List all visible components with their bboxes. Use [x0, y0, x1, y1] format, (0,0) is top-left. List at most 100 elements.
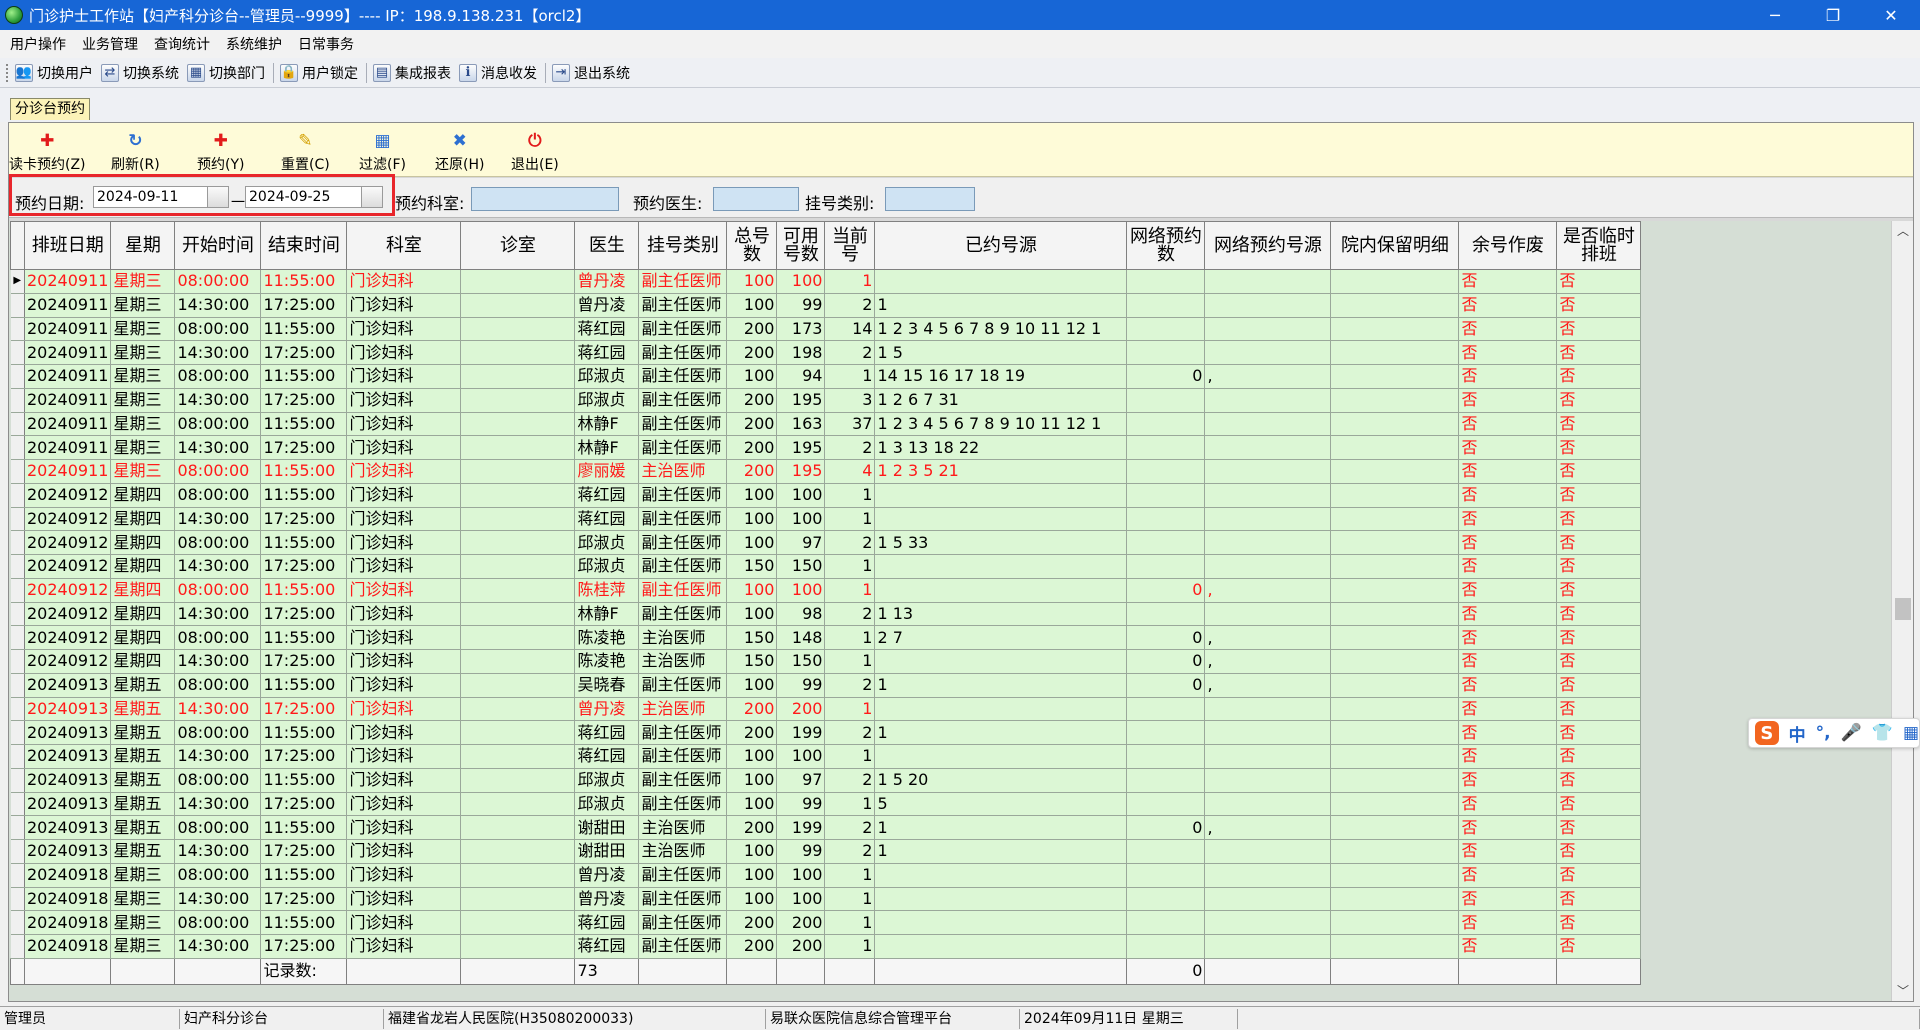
cell-available[interactable]: 150 — [776, 649, 826, 674]
row-indicator[interactable] — [10, 768, 25, 793]
cell-reserve[interactable] — [1330, 554, 1460, 579]
cell-dept[interactable]: 门诊妇科 — [346, 625, 462, 650]
cell-total[interactable]: 200 — [726, 720, 778, 745]
cell-available[interactable]: 198 — [776, 340, 826, 365]
cell-date[interactable]: 20240918 — [24, 910, 112, 935]
table-row[interactable]: 20240918 星期三 14:30:00 17:25:00 门诊妇科 曾丹凌 副主任医师 1… — [10, 887, 1642, 912]
cell-net-count[interactable] — [1126, 507, 1206, 532]
cell-total[interactable]: 200 — [726, 459, 778, 484]
cell-booked[interactable]: 1 — [874, 673, 1128, 698]
cell-net-count[interactable] — [1126, 483, 1206, 508]
cell-void[interactable]: 否 — [1458, 317, 1558, 342]
row-indicator[interactable] — [10, 887, 25, 912]
table-row[interactable]: 20240918 星期三 14:30:00 17:25:00 门诊妇科 蒋红园 副主任医师 2… — [10, 934, 1642, 959]
cell-net-sources[interactable]: , — [1204, 673, 1332, 698]
cell-temp[interactable]: 否 — [1556, 768, 1642, 793]
sogou-logo-icon[interactable]: S — [1755, 721, 1779, 745]
cell-booked[interactable]: 14 15 16 17 18 19 — [874, 364, 1128, 389]
cell-net-count[interactable] — [1126, 459, 1206, 484]
cell-booked[interactable] — [874, 269, 1128, 294]
cell-reg-type[interactable]: 副主任医师 — [638, 293, 728, 318]
cell-total[interactable]: 100 — [726, 269, 778, 294]
cell-current[interactable]: 1 — [824, 507, 876, 532]
cell-dept[interactable]: 门诊妇科 — [346, 435, 462, 460]
cell-dept[interactable]: 门诊妇科 — [346, 792, 462, 817]
cell-current[interactable]: 2 — [824, 293, 876, 318]
cell-temp[interactable]: 否 — [1556, 625, 1642, 650]
row-indicator[interactable]: ▶ — [10, 269, 25, 294]
cell-current[interactable]: 1 — [824, 697, 876, 722]
cell-reg-type[interactable]: 副主任医师 — [638, 934, 728, 959]
row-indicator[interactable] — [10, 293, 25, 318]
cell-weekday[interactable]: 星期五 — [110, 697, 176, 722]
cell-available[interactable]: 148 — [776, 625, 826, 650]
cell-net-count[interactable] — [1126, 792, 1206, 817]
cell-doctor[interactable]: 蒋红园 — [574, 720, 640, 745]
cell-net-sources[interactable] — [1204, 388, 1332, 413]
cell-temp[interactable]: 否 — [1556, 887, 1642, 912]
cell-date[interactable]: 20240912 — [24, 649, 112, 674]
cell-end[interactable]: 11:55:00 — [260, 815, 348, 840]
cell-doctor[interactable]: 蒋红园 — [574, 317, 640, 342]
cell-dept[interactable]: 门诊妇科 — [346, 412, 462, 437]
col-department[interactable]: 科室 — [346, 221, 462, 270]
cell-void[interactable]: 否 — [1458, 863, 1558, 888]
cell-start[interactable]: 08:00:00 — [174, 364, 262, 389]
cell-reg-type[interactable]: 副主任医师 — [638, 412, 728, 437]
cell-date[interactable]: 20240913 — [24, 697, 112, 722]
cell-void[interactable]: 否 — [1458, 530, 1558, 555]
cell-booked[interactable] — [874, 649, 1128, 674]
cell-room[interactable] — [460, 340, 576, 365]
cell-end[interactable]: 11:55:00 — [260, 863, 348, 888]
cell-current[interactable]: 1 — [824, 744, 876, 769]
cell-reserve[interactable] — [1330, 839, 1460, 864]
switch-user-button[interactable]: 👥 切换用户 — [15, 63, 93, 83]
cell-total[interactable]: 200 — [726, 317, 778, 342]
cell-reg-type[interactable]: 副主任医师 — [638, 673, 728, 698]
user-lock-button[interactable]: 🔒 用户锁定 — [280, 63, 358, 83]
cell-available[interactable]: 200 — [776, 934, 826, 959]
filter-button[interactable]: ▦ 过滤(F) — [359, 131, 406, 174]
cell-booked[interactable] — [874, 910, 1128, 935]
cell-room[interactable] — [460, 910, 576, 935]
cell-total[interactable]: 200 — [726, 435, 778, 460]
cell-start[interactable]: 08:00:00 — [174, 910, 262, 935]
cell-booked[interactable]: 1 2 3 4 5 6 7 8 9 10 11 12 1 — [874, 317, 1128, 342]
cell-temp[interactable]: 否 — [1556, 459, 1642, 484]
cell-doctor[interactable]: 陈凌艳 — [574, 649, 640, 674]
cell-void[interactable]: 否 — [1458, 459, 1558, 484]
cell-date[interactable]: 20240913 — [24, 768, 112, 793]
cell-net-sources[interactable] — [1204, 839, 1332, 864]
cell-date[interactable]: 20240911 — [24, 317, 112, 342]
cell-net-count[interactable] — [1126, 602, 1206, 627]
cell-weekday[interactable]: 星期四 — [110, 507, 176, 532]
cell-total[interactable]: 100 — [726, 602, 778, 627]
cell-reg-type[interactable]: 副主任医师 — [638, 340, 728, 365]
cell-available[interactable]: 100 — [776, 578, 826, 603]
cell-weekday[interactable]: 星期三 — [110, 412, 176, 437]
cell-booked[interactable]: 1 13 — [874, 602, 1128, 627]
cell-net-sources[interactable]: , — [1204, 364, 1332, 389]
row-indicator[interactable] — [10, 815, 25, 840]
cell-room[interactable] — [460, 317, 576, 342]
row-indicator[interactable] — [10, 792, 25, 817]
cell-reg-type[interactable]: 副主任医师 — [638, 910, 728, 935]
exit-system-button[interactable]: ⇥ 退出系统 — [552, 63, 630, 83]
cell-total[interactable]: 100 — [726, 768, 778, 793]
cell-end[interactable]: 11:55:00 — [260, 412, 348, 437]
cell-available[interactable]: 100 — [776, 269, 826, 294]
cell-reg-type[interactable]: 副主任医师 — [638, 744, 728, 769]
cell-date[interactable]: 20240913 — [24, 720, 112, 745]
cell-available[interactable]: 200 — [776, 910, 826, 935]
cell-void[interactable]: 否 — [1458, 507, 1558, 532]
cell-doctor[interactable]: 蒋红园 — [574, 507, 640, 532]
cell-doctor[interactable]: 吴晓春 — [574, 673, 640, 698]
cell-dept[interactable]: 门诊妇科 — [346, 602, 462, 627]
row-indicator[interactable] — [10, 910, 25, 935]
cell-current[interactable]: 1 — [824, 483, 876, 508]
cell-weekday[interactable]: 星期三 — [110, 340, 176, 365]
cell-reg-type[interactable]: 副主任医师 — [638, 578, 728, 603]
cell-temp[interactable]: 否 — [1556, 910, 1642, 935]
cell-net-sources[interactable]: , — [1204, 815, 1332, 840]
reset-button[interactable]: ✎ 重置(C) — [281, 131, 330, 174]
